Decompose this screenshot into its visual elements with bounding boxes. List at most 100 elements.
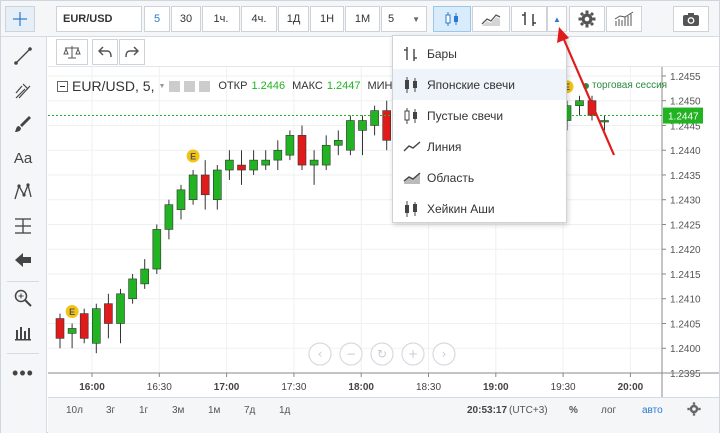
time-tick-label: 19:00: [483, 382, 509, 393]
symbol-search-input[interactable]: EUR/USD: [56, 6, 142, 32]
remove-drawings-tool[interactable]: [7, 245, 39, 275]
menu-item-bars[interactable]: Бары: [393, 38, 566, 69]
toolbar-divider: [7, 281, 39, 282]
fibonacci-tool[interactable]: [7, 211, 39, 241]
text-icon: Aa: [13, 149, 33, 167]
range-1d[interactable]: 1д: [279, 405, 290, 416]
legend-close-icon[interactable]: [199, 80, 211, 92]
fibonacci-icon: [15, 218, 31, 234]
candle-body: [188, 174, 198, 201]
interval-30-button[interactable]: 30: [171, 6, 201, 32]
current-price-label: 1.2447: [668, 112, 699, 123]
menu-item-hollow-candles[interactable]: Пустые свечи: [393, 100, 566, 131]
time-tick-label: 16:00: [79, 382, 105, 393]
price-tick-label: 1.2425: [670, 220, 701, 231]
arrow-left-icon: [15, 253, 31, 267]
zoom-in-icon: [14, 289, 32, 307]
candle-body: [152, 229, 162, 270]
menu-item-line[interactable]: Линия: [393, 131, 566, 162]
annotation-arrow: [557, 27, 616, 156]
drawing-toolbar: Aa •••: [1, 37, 47, 433]
price-tick-label: 1.2410: [670, 295, 701, 306]
candle-body: [91, 308, 101, 344]
event-marker-label: E: [69, 307, 75, 317]
candle-body: [249, 159, 258, 171]
chart-legend: EUR/USD, 5, ▼ ОТКР 1.2446 МАКС 1.2447 МИ…: [57, 75, 393, 97]
pitchfork-tool[interactable]: [7, 75, 39, 105]
chart-properties-button[interactable]: [687, 402, 701, 419]
interval-1d-button[interactable]: 1Д: [278, 6, 309, 32]
menu-item-heikin-ashi[interactable]: Хейкин Аши: [393, 193, 566, 224]
compare-button[interactable]: [56, 39, 88, 65]
chevron-down-icon[interactable]: ▼: [158, 83, 165, 90]
area-icon: [403, 168, 427, 188]
crosshair-tool-button[interactable]: [5, 6, 35, 32]
range-7d[interactable]: 7д: [244, 405, 255, 416]
range-1y[interactable]: 1г: [139, 405, 148, 416]
text-tool[interactable]: Aa: [7, 143, 39, 173]
price-tick-label: 1.2440: [670, 146, 701, 157]
interval-select[interactable]: 5 ▼: [381, 6, 427, 32]
trend-line-icon: [14, 47, 32, 65]
brush-tool[interactable]: [7, 109, 39, 139]
interval-4h-button[interactable]: 4ч.: [241, 6, 277, 32]
interval-1w-button[interactable]: 1Н: [310, 6, 344, 32]
time-tick-label: 17:00: [214, 382, 240, 393]
redo-button[interactable]: [119, 39, 145, 65]
heikin-ashi-icon: [403, 199, 427, 219]
high-label: МАКС: [292, 80, 323, 92]
price-tick-label: 1.2430: [670, 196, 701, 207]
bars-chart-type-button[interactable]: [511, 6, 547, 32]
zoom-tool[interactable]: [7, 283, 39, 313]
undo-button[interactable]: [92, 39, 118, 65]
range-1m[interactable]: 1м: [208, 405, 220, 416]
zoom-in-chart-icon: +: [408, 347, 418, 361]
candles-chart-type-button[interactable]: [433, 6, 471, 32]
interval-1m-button[interactable]: 1М: [345, 6, 380, 32]
menu-item-area[interactable]: Область: [393, 162, 566, 193]
time-axis: 16:00 16:30 17:00 17:30 18:00 18:30 19:00 19:30…: [48, 372, 719, 393]
hollow-candles-icon: [403, 106, 427, 126]
legend-settings-icon[interactable]: [184, 80, 196, 92]
candle-body: [55, 318, 65, 339]
menu-item-candles[interactable]: Японские свечи: [393, 69, 566, 100]
screenshot-button[interactable]: [673, 6, 709, 32]
candle-body: [116, 293, 125, 324]
range-3m[interactable]: 3м: [172, 405, 184, 416]
auto-scale-toggle[interactable]: авто: [642, 405, 663, 416]
trend-line-tool[interactable]: [7, 41, 39, 71]
undo-icon: [98, 46, 112, 58]
scroll-right-icon: ›: [442, 347, 447, 361]
chart-navigation: ‹ − ↻ + ›: [308, 342, 456, 366]
candle-body: [128, 278, 137, 300]
brush-icon: [15, 116, 31, 132]
high-value: 1.2447: [326, 80, 361, 92]
legend-visibility-icon[interactable]: [169, 80, 181, 92]
measure-tool[interactable]: [7, 317, 39, 347]
percent-scale-toggle[interactable]: %: [569, 405, 578, 416]
candle-body: [333, 140, 343, 146]
candle-body: [225, 159, 234, 171]
candle-body: [273, 149, 283, 161]
legend-symbol-title[interactable]: EUR/USD, 5,: [72, 78, 154, 94]
time-tick-label: 16:30: [147, 382, 172, 393]
timezone-selector[interactable]: (UTC+3): [509, 405, 548, 416]
candle-body: [346, 120, 355, 151]
area-chart-type-button[interactable]: [472, 6, 510, 32]
log-scale-toggle[interactable]: лог: [601, 405, 616, 416]
more-icon: •••: [12, 362, 34, 383]
range-3y[interactable]: 3г: [106, 405, 115, 416]
pattern-tool[interactable]: [7, 177, 39, 207]
server-time: 20:53:17: [467, 405, 508, 416]
price-tick-label: 1.2415: [670, 270, 701, 281]
range-10y[interactable]: 10л: [66, 405, 83, 416]
pitchfork-icon: [15, 83, 31, 99]
interval-1h-button[interactable]: 1ч.: [202, 6, 240, 32]
more-tools-button[interactable]: •••: [7, 358, 39, 388]
price-tick-label: 1.2395: [670, 369, 701, 380]
line-icon: [403, 137, 427, 157]
collapse-legend-icon[interactable]: [57, 80, 68, 92]
interval-5-button[interactable]: 5: [144, 6, 170, 32]
time-tick-label: 20:00: [618, 382, 644, 393]
candles-icon: [403, 75, 427, 95]
